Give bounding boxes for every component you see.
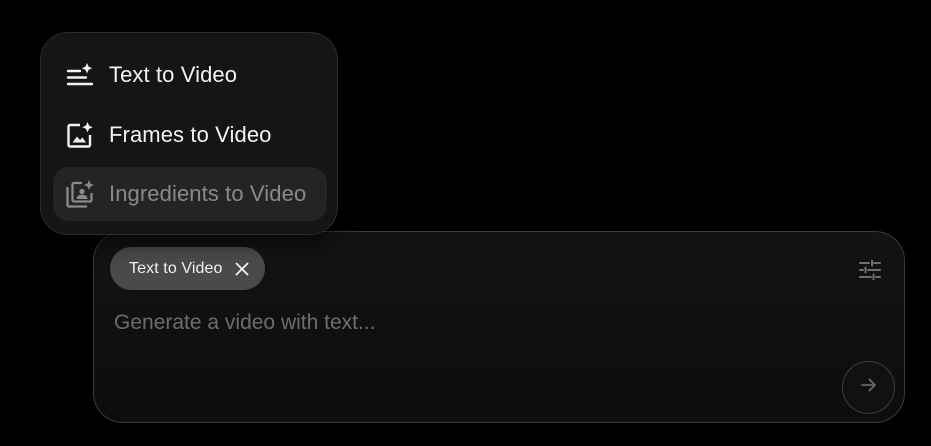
video-generator-screen: Text to Video Generate a video with text… (0, 0, 931, 446)
close-icon[interactable] (233, 260, 251, 278)
image-sparkle-icon (65, 120, 95, 150)
selected-mode-chip[interactable]: Text to Video (110, 247, 265, 290)
prompt-input[interactable] (114, 306, 814, 340)
menu-item-label: Ingredients to Video (109, 181, 307, 206)
menu-item-ingredients-to-video[interactable]: Ingredients to Video (53, 167, 327, 221)
menu-item-label: Text to Video (109, 62, 238, 87)
photo-library-sparkle-icon (65, 179, 95, 209)
menu-item-frames-to-video[interactable]: Frames to Video (53, 108, 327, 162)
menu-item-label: Frames to Video (109, 122, 272, 147)
selected-mode-chip-label: Text to Video (129, 259, 223, 277)
send-button[interactable] (842, 361, 895, 414)
arrow-right-icon (860, 376, 878, 399)
menu-item-text-to-video[interactable]: Text to Video (53, 48, 327, 102)
text-sparkle-icon (65, 60, 95, 90)
prompt-composer: Text to Video (93, 231, 905, 423)
mode-menu: Text to Video Frames to Video Ingredient… (40, 32, 338, 235)
tune-sliders-icon[interactable] (856, 256, 884, 284)
